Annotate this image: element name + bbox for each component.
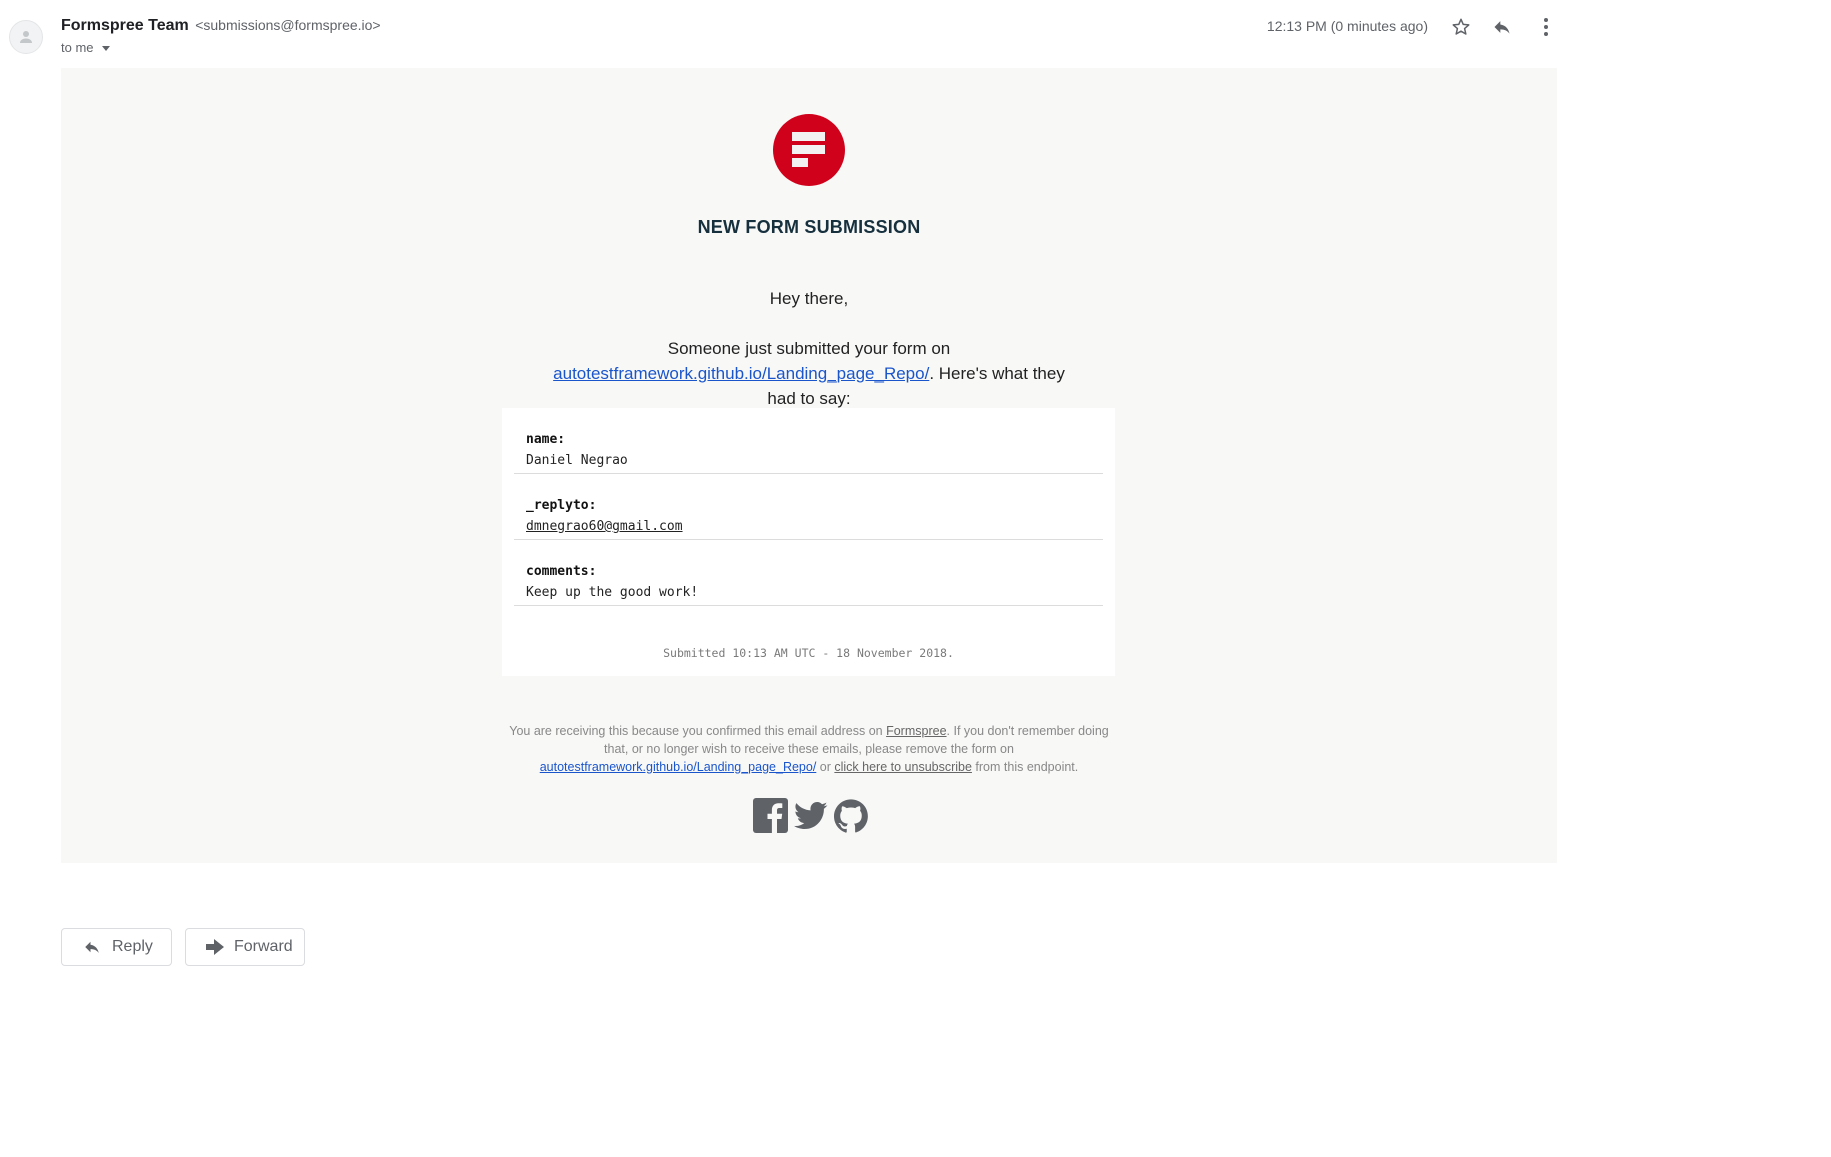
field-row: comments: Keep up the good work!: [514, 540, 1103, 606]
footer-text: from this endpoint.: [971, 760, 1079, 774]
person-icon: [20, 31, 32, 43]
field-row: _replyto: dmnegrao60@gmail.com: [514, 474, 1103, 540]
form-url-link[interactable]: autotestframework.github.io/Landing_page…: [553, 364, 929, 383]
sender-avatar[interactable]: [9, 20, 43, 54]
sender-email: <submissions@formspree.io>: [195, 17, 381, 33]
star-button[interactable]: [1450, 16, 1472, 38]
forward-icon: [206, 939, 224, 955]
field-row: name: Daniel Negrao: [514, 408, 1103, 474]
reply-button[interactable]: Reply: [61, 928, 172, 966]
email-body: NEW FORM SUBMISSION Hey there, Someone j…: [61, 68, 1557, 863]
footer-text: or: [816, 760, 835, 774]
field-key: _replyto:: [526, 498, 597, 513]
recipient-details[interactable]: to me: [61, 40, 110, 55]
social-links: [753, 798, 868, 833]
headline: NEW FORM SUBMISSION: [697, 217, 921, 237]
more-options-button[interactable]: [1535, 16, 1557, 38]
email-timestamp: 12:13 PM (0 minutes ago): [1266, 18, 1428, 34]
footer-note: You are receiving this because you confi…: [509, 722, 1109, 776]
sender: Formspree Team <submissions@formspree.io…: [61, 17, 381, 35]
reply-icon-button[interactable]: [1491, 16, 1513, 38]
sender-name[interactable]: Formspree Team: [61, 17, 189, 34]
submission-card: name: Daniel Negrao _replyto: dmnegrao60…: [502, 408, 1115, 676]
github-icon[interactable]: [834, 798, 868, 833]
footer-text: You are receiving this because you confi…: [509, 724, 887, 738]
formspree-logo: [773, 114, 845, 186]
intro-prefix: Someone just submitted your form on: [667, 339, 951, 358]
star-icon: [1452, 18, 1470, 35]
formspree-logo-mark: [792, 132, 825, 167]
forward-label: Forward: [234, 938, 293, 955]
field-value: Keep up the good work!: [526, 585, 699, 600]
reply-icon: [85, 941, 99, 953]
more-vert-icon: [1544, 18, 1548, 36]
chevron-down-icon[interactable]: [101, 45, 110, 51]
endpoint-link[interactable]: autotestframework.github.io/Landing_page…: [540, 760, 817, 774]
field-value: Daniel Negrao: [526, 453, 628, 468]
greeting: Hey there,: [769, 289, 849, 308]
reply-label: Reply: [112, 938, 153, 955]
field-key: name:: [526, 432, 566, 447]
recipient-label: to me: [61, 40, 94, 55]
intro-text: Someone just submitted your form on auto…: [539, 336, 1079, 411]
facebook-icon[interactable]: [753, 798, 788, 833]
twitter-icon[interactable]: [794, 801, 828, 831]
unsubscribe-link[interactable]: click here to unsubscribe: [834, 760, 972, 774]
field-key: comments:: [526, 564, 597, 579]
formspree-link[interactable]: Formspree: [886, 724, 946, 738]
reply-to-email-link[interactable]: dmnegrao60@gmail.com: [526, 519, 683, 534]
reply-icon: [1494, 21, 1510, 34]
forward-button[interactable]: Forward: [185, 928, 305, 966]
submitted-timestamp: Submitted 10:13 AM UTC - 18 November 201…: [663, 646, 954, 660]
